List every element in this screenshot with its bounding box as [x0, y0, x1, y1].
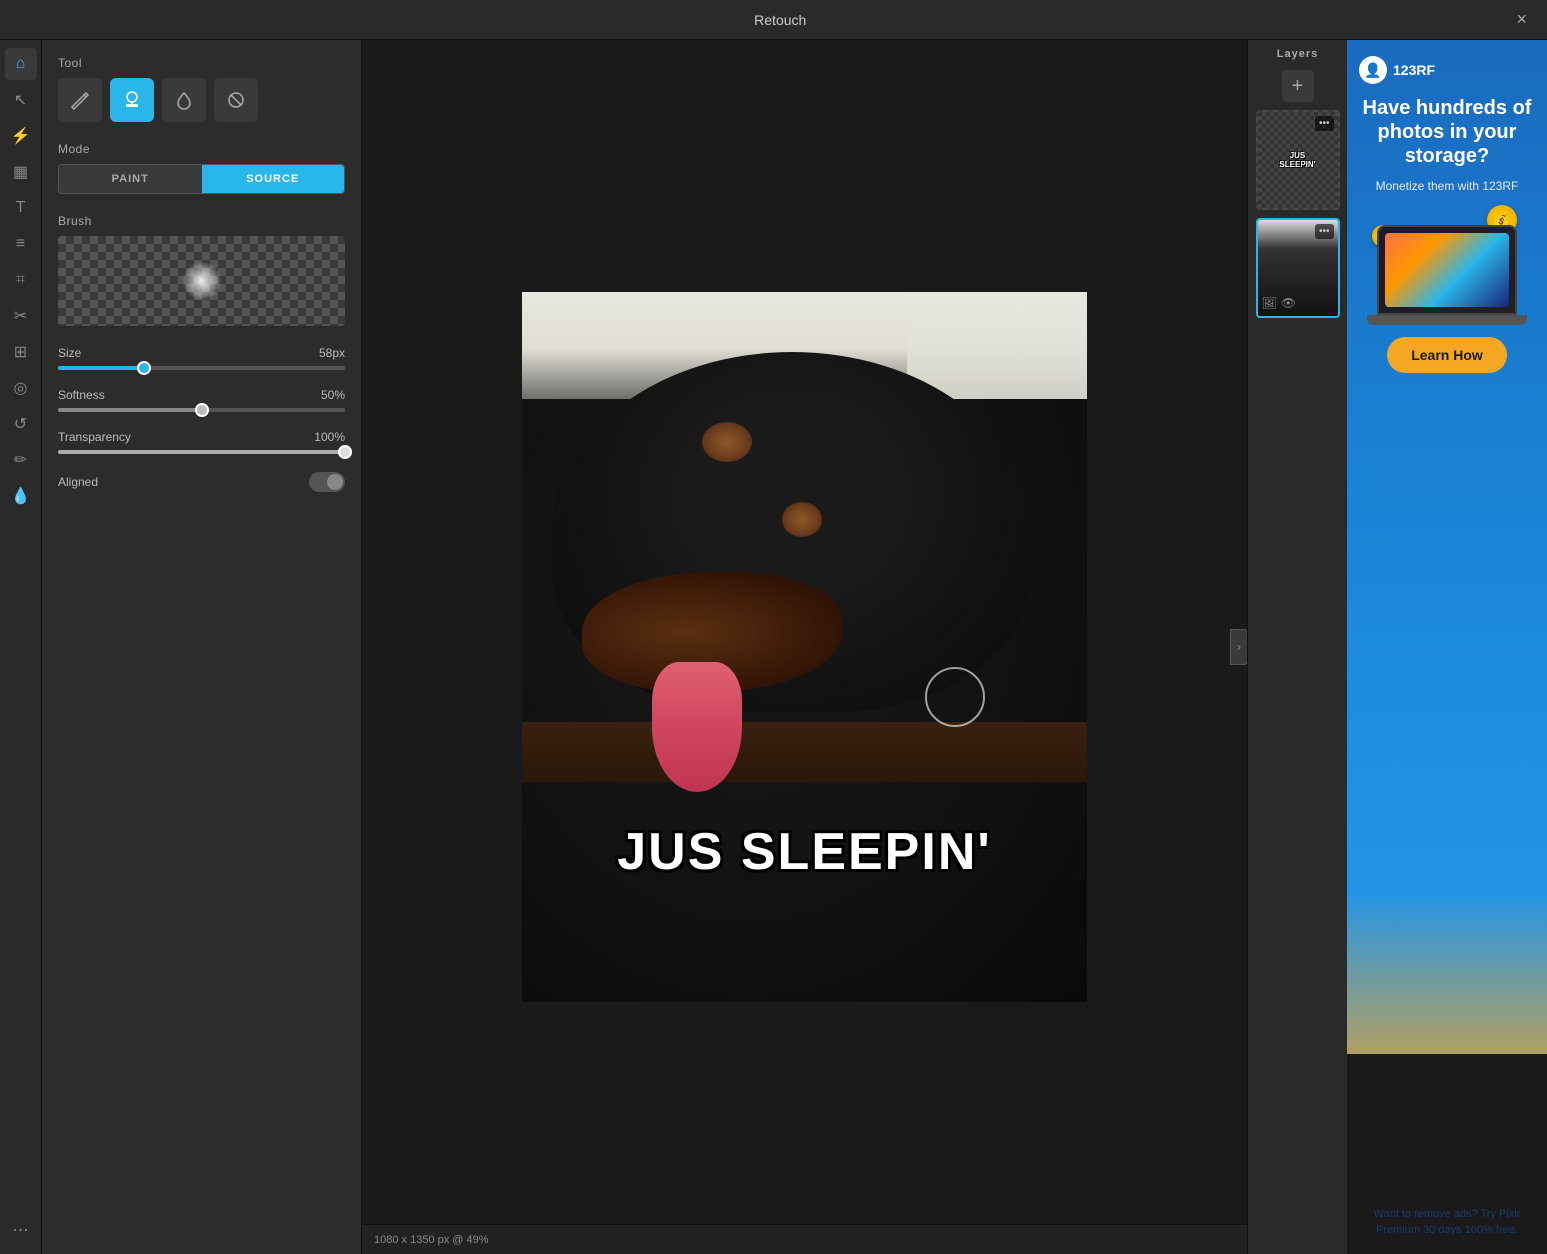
aligned-row: Aligned: [58, 472, 345, 492]
ad-logo-text: 123RF: [1393, 62, 1435, 78]
image-text-overlay: JUS SLEEPIN': [617, 822, 991, 882]
main-layout: ⌂ ↖ ⚡ ▦ T ≡ ⌗ ✂ ⊞ ◎ ↺ ✏ 💧 ⋯ Tool: [0, 40, 1547, 1254]
ad-illustration: 💰 $: [1367, 205, 1527, 325]
brush-section-label: Brush: [58, 214, 345, 228]
softness-value: 50%: [321, 388, 345, 402]
left-toolbar: ⌂ ↖ ⚡ ▦ T ≡ ⌗ ✂ ⊞ ◎ ↺ ✏ 💧 ⋯: [0, 40, 42, 1254]
source-mode-btn[interactable]: SOURCE: [202, 165, 345, 193]
size-slider-row: Size 58px: [58, 346, 345, 370]
aligned-toggle[interactable]: [309, 472, 345, 492]
pencil-tool-btn[interactable]: [58, 78, 102, 122]
lines-icon[interactable]: ≡: [5, 228, 37, 260]
ledge: [522, 722, 1087, 782]
status-bar: 1080 x 1350 px @ 49%: [362, 1224, 1247, 1254]
ad-logo-icon: 👤: [1359, 56, 1387, 84]
canvas-status: 1080 x 1350 px @ 49%: [374, 1234, 489, 1246]
layer-thumb-text[interactable]: JUSSLEEPIN' •••: [1256, 110, 1340, 210]
canvas-wrapper: JUS SLEEPIN': [522, 292, 1087, 1002]
add-layer-btn[interactable]: +: [1282, 70, 1314, 102]
aligned-label: Aligned: [58, 475, 98, 489]
layers-panel-title: Layers: [1277, 48, 1318, 60]
size-value: 58px: [319, 346, 345, 360]
ad-laptop-base: [1367, 315, 1527, 325]
canvas-image[interactable]: JUS SLEEPIN': [522, 292, 1087, 1002]
layer2-options-btn[interactable]: •••: [1315, 224, 1334, 239]
canvas-area[interactable]: JUS SLEEPIN' › 1080 x 1350 px @ 49%: [362, 40, 1247, 1254]
ad-laptop: [1377, 225, 1517, 315]
brush-dot: [182, 261, 222, 301]
crop-icon[interactable]: ⌗: [5, 264, 37, 296]
layer-text-content: JUSSLEEPIN': [1279, 151, 1315, 169]
dog-tan-marks: [702, 422, 752, 462]
panel-title-bar: Retouch: [52, 12, 1508, 28]
toggle-knob: [327, 474, 343, 490]
ad-panel: 👤 123RF Have hundreds of photos in your …: [1347, 40, 1547, 1254]
brush-small-icon[interactable]: ✏: [5, 444, 37, 476]
transparency-label: Transparency: [58, 430, 131, 444]
top-bar: Retouch ×: [0, 0, 1547, 40]
layers-panel: Layers + JUSSLEEPIN' ••• ••• 🖼 👁: [1247, 40, 1347, 1254]
more-icon[interactable]: ⋯: [5, 1214, 37, 1246]
erase-tool-btn[interactable]: [214, 78, 258, 122]
ad-headline: Have hundreds of photos in your storage?: [1359, 96, 1535, 168]
brush-preview: [58, 236, 345, 326]
layer-thumb-photo[interactable]: ••• 🖼 👁: [1256, 218, 1340, 318]
drop-icon[interactable]: 💧: [5, 480, 37, 512]
flash-icon[interactable]: ⚡: [5, 120, 37, 152]
grid-icon[interactable]: ▦: [5, 156, 37, 188]
scissors-icon[interactable]: ✂: [5, 300, 37, 332]
transparency-slider[interactable]: [58, 450, 345, 454]
paint-mode-btn[interactable]: PAINT: [59, 165, 202, 193]
adjust-icon[interactable]: ⊞: [5, 336, 37, 368]
cursor-icon[interactable]: ↖: [5, 84, 37, 116]
dog-tan-marks2: [782, 502, 822, 537]
retouch-panel: Tool: [42, 40, 362, 1254]
text-icon[interactable]: T: [5, 192, 37, 224]
ad-laptop-screen: [1385, 233, 1509, 307]
spiral-icon[interactable]: ↺: [5, 408, 37, 440]
layer-actions: 🖼 👁: [1262, 294, 1340, 312]
learn-how-button[interactable]: Learn How: [1387, 337, 1507, 373]
size-slider[interactable]: [58, 366, 345, 370]
ad-logo: 👤 123RF: [1359, 56, 1435, 84]
transparency-slider-row: Transparency 100%: [58, 430, 345, 454]
drop-tool-btn[interactable]: [162, 78, 206, 122]
dog-tongue: [652, 662, 742, 792]
layer1-options-btn[interactable]: •••: [1315, 116, 1334, 131]
circle-icon[interactable]: ◎: [5, 372, 37, 404]
softness-label: Softness: [58, 388, 105, 402]
layer-image-icon[interactable]: 🖼: [1262, 296, 1277, 310]
softness-slider-row: Softness 50%: [58, 388, 345, 412]
ad-subtext: Monetize them with 123RF: [1376, 178, 1519, 195]
stamp-tool-btn[interactable]: [110, 78, 154, 122]
close-button[interactable]: ×: [1508, 5, 1535, 34]
mode-toggle: PAINT SOURCE: [58, 164, 345, 194]
transparency-value: 100%: [314, 430, 345, 444]
softness-slider[interactable]: [58, 408, 345, 412]
brush-section: Brush: [58, 214, 345, 326]
size-label: Size: [58, 346, 81, 360]
tool-buttons-group: [58, 78, 345, 122]
home-icon[interactable]: ⌂: [5, 48, 37, 80]
layers-collapse-arrow[interactable]: ›: [1230, 629, 1247, 665]
ad-remove-text: Want to remove ads? Try Pixlr Premium 30…: [1359, 1007, 1535, 1238]
layer-visibility-icon[interactable]: 👁: [1281, 296, 1296, 310]
mode-section-label: Mode: [58, 142, 345, 156]
tool-section-label: Tool: [58, 56, 345, 70]
